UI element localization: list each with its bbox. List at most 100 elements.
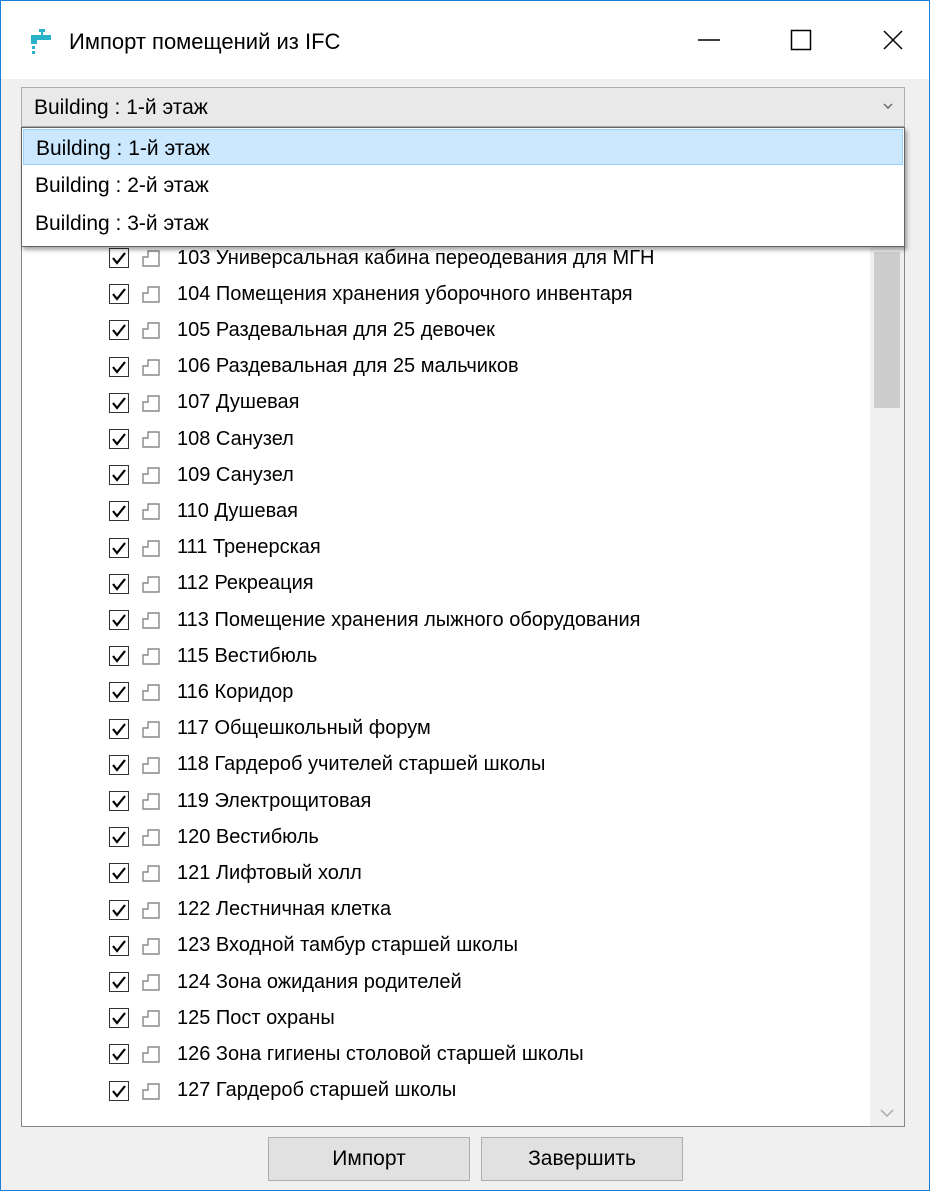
room-label: 105 Раздевальная для 25 девочек [177,318,495,341]
room-row[interactable]: 105 Раздевальная для 25 девочек [109,313,495,347]
room-icon [142,322,160,340]
scroll-down-icon[interactable] [879,1108,895,1118]
room-row[interactable]: 109 Санузел [109,458,294,492]
room-row[interactable]: 121 Лифтовый холл [109,856,362,890]
room-row[interactable]: 108 Санузел [109,422,294,456]
dropdown-option-3[interactable]: Building : 3-й этаж [23,205,903,241]
room-label: 113 Помещение хранения лыжного оборудова… [177,608,641,631]
checkmark-icon [112,759,126,772]
room-checkbox[interactable] [109,1008,129,1029]
room-icon [142,539,160,557]
room-checkbox[interactable] [109,899,129,920]
room-checkbox[interactable] [109,682,129,703]
room-checkbox[interactable] [109,754,129,775]
room-row[interactable]: 110 Душевая [109,494,298,528]
room-label: 123 Входной тамбур старшей школы [177,934,518,957]
room-label: 118 Гардероб учителей старшей школы [177,753,546,776]
minimize-button[interactable] [663,1,755,79]
room-label: 107 Душевая [177,391,300,414]
room-icon [142,974,160,991]
checkmark-icon [112,1084,126,1098]
maximize-button[interactable] [755,1,847,79]
room-checkbox[interactable] [109,718,129,739]
room-icon [142,757,160,774]
room-label: 117 Общешкольный форум [177,717,431,740]
room-icon [142,720,160,738]
room-row[interactable]: 104 Помещения хранения уборочного инвент… [109,277,633,311]
room-checkbox[interactable] [109,573,129,594]
room-checkbox[interactable] [109,827,129,848]
room-checkbox[interactable] [109,284,129,305]
room-checkbox[interactable] [109,392,129,413]
room-row[interactable]: 116 Коридор [109,675,293,709]
storey-dropdown-list: Building : 1-й этаж Building : 2-й этаж … [21,127,905,247]
room-row[interactable]: 117 Общешкольный форум [109,712,431,746]
room-row[interactable]: 106 Раздевальная для 25 мальчиков [109,350,519,384]
room-row[interactable]: 113 Помещение хранения лыжного оборудова… [109,603,641,637]
room-row[interactable]: 119 Электрощитовая [109,784,371,818]
room-label: 127 Гардероб старшей школы [177,1079,457,1102]
checkmark-icon [112,1012,126,1025]
room-row[interactable]: 118 Гардероб учителей старшей школы [109,748,545,782]
room-checkbox[interactable] [109,356,129,377]
room-row[interactable]: 120 Вестибюль [109,820,319,854]
room-label: 112 Рекреация [177,572,314,595]
dropdown-option-2[interactable]: Building : 2-й этаж [23,167,903,203]
room-checkbox[interactable] [109,429,129,449]
room-checkbox[interactable] [109,935,129,956]
vertical-scrollbar[interactable] [870,128,904,1126]
room-checkbox[interactable] [109,1080,129,1101]
room-icon [142,612,160,629]
room-checkbox[interactable] [109,248,129,268]
room-icon [142,865,160,883]
close-button[interactable] [847,1,929,79]
room-checkbox[interactable] [109,465,129,486]
room-label: 126 Зона гигиены столовой старшей школы [177,1042,584,1065]
checkmark-icon [112,940,126,953]
room-row[interactable]: 123 Входной тамбур старшей школы [109,929,518,963]
room-checkbox[interactable] [109,610,129,630]
room-row[interactable]: 122 Лестничная клетка [109,893,391,927]
room-checkbox[interactable] [109,972,129,992]
room-row[interactable]: 125 Пост охраны [109,1001,335,1035]
room-checkbox[interactable] [109,791,129,811]
room-label: 110 Душевая [177,499,298,522]
room-checkbox[interactable] [109,537,129,558]
room-icon [142,503,160,521]
room-checkbox[interactable] [109,646,129,667]
checkmark-icon [112,1048,126,1062]
close-icon [883,30,903,50]
chevron-down-icon [883,103,893,109]
import-button[interactable]: Импорт [268,1137,470,1181]
dropdown-option-1[interactable]: Building : 1-й этаж [23,129,903,165]
room-row[interactable]: 127 Гардероб старшей школы [109,1074,456,1108]
finish-button[interactable]: Завершить [481,1137,683,1181]
storey-combobox[interactable]: Building : 1-й этаж [21,87,905,127]
checkmark-icon [112,433,126,446]
scrollbar-thumb[interactable] [874,252,900,408]
room-checkbox[interactable] [109,320,129,341]
room-row[interactable]: 112 Рекреация [109,567,314,601]
room-row[interactable]: 107 Душевая [109,386,299,420]
room-checkbox[interactable] [109,863,129,884]
room-row[interactable]: 126 Зона гигиены столовой старшей школы [109,1037,584,1071]
room-label: 119 Электрощитовая [177,789,372,812]
room-row[interactable]: 111 Тренерская [109,531,321,565]
room-row[interactable]: 124 Зона ожидания родителей [109,965,462,999]
combobox-selected-value: Building : 1-й этаж [34,96,208,119]
import-rooms-dialog: Импорт помещений из IFC Building : 1-й э… [0,0,930,1191]
room-icon [142,684,160,702]
room-label: 124 Зона ожидания родителей [177,970,462,993]
rooms-tree[interactable]: 103 Универсальная кабина переодевания дл… [21,127,905,1127]
room-checkbox[interactable] [109,501,129,522]
checkmark-icon [112,903,126,917]
room-checkbox[interactable] [109,1044,129,1065]
checkmark-icon [112,360,126,374]
room-label: 120 Вестибюль [177,825,319,848]
checkmark-icon [112,324,126,338]
room-label: 104 Помещения хранения уборочного инвент… [177,282,633,305]
checkmark-icon [112,252,126,265]
room-row[interactable]: 115 Вестибюль [109,639,317,673]
checkmark-icon [112,397,126,410]
room-icon [142,938,160,955]
